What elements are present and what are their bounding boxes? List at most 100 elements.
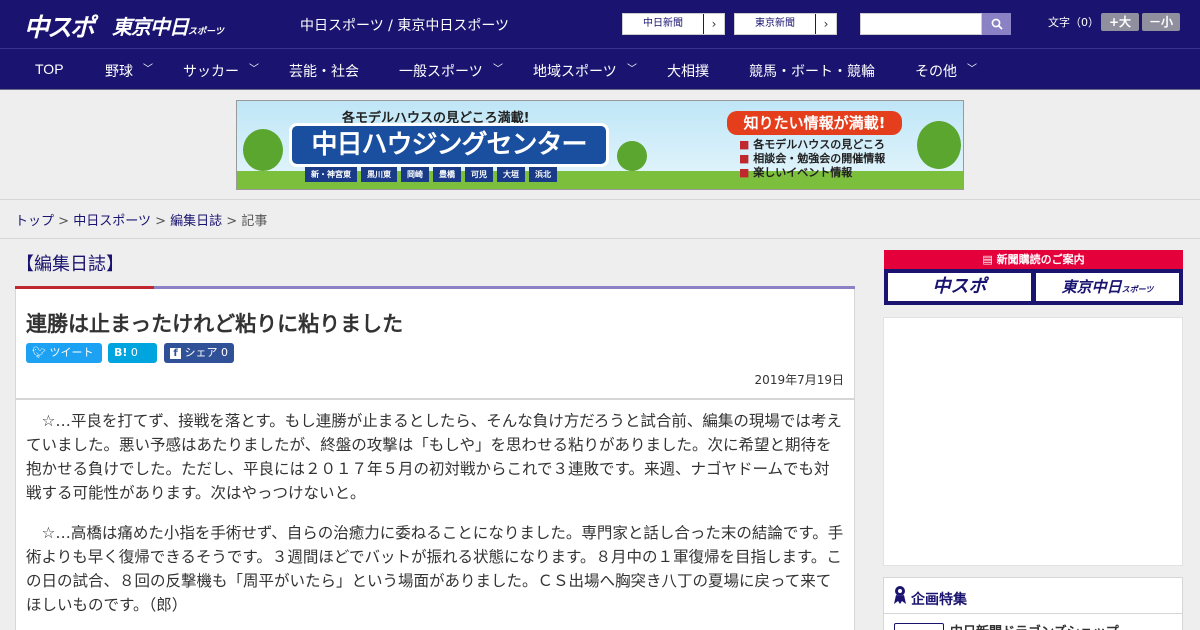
nav-local-sports[interactable]: 地域スポーツ ﹀ [533,61,637,81]
chevron-right-icon: › [711,17,717,31]
banner-right-title: 知りたい情報が満載! [727,111,902,135]
divider [0,238,1200,239]
nav-top[interactable]: TOP [35,61,64,77]
nav-local-sports-label: 地域スポーツ [533,63,617,79]
breadcrumb-sep: > [155,214,166,229]
chevron-down-icon: ﹀ [143,64,153,75]
tokyo-shimbun-label: 東京新聞 [735,14,816,34]
newspaper-icon: ▤ [982,253,997,266]
breadcrumb-sep: > [58,214,70,229]
chunichi-shimbun-link[interactable]: 中日新聞 › [622,13,725,35]
tokyo-logo-text: 東京中日 [112,15,189,39]
breadcrumb-category[interactable]: 編集日誌 [170,214,222,229]
article-paragraph: ☆…高橋は痛めた小指を手術せず、自らの治癒力に委ねることになりました。専門家と話… [26,524,844,614]
article-body: ☆…平良を打てず、接戦を落とす。もし連勝が止まるとしたら、そんな負け方だろうと試… [15,399,855,630]
housing-center-ad-banner[interactable]: 各モデルハウスの見どころ満載! 中日ハウジングセンター 新・神宮東 黒川東 岡崎… [236,100,964,190]
font-smaller-button[interactable]: －小 [1142,13,1180,31]
banner-city: 大垣 [497,167,525,182]
article-headline: 連勝は止まったけれど粘りに粘りました [26,312,404,336]
nav-baseball-label: 野球 [105,63,133,79]
tokyo-chunichi-logo[interactable]: 東京中日スポーツ [112,11,224,40]
subscribe-tokyo-text: 東京中日 [1061,278,1122,296]
ad-banner-area: 各モデルハウスの見どころ満載! 中日ハウジングセンター 新・神宮東 黒川東 岡崎… [0,90,1200,200]
ribbon-icon [894,586,906,604]
tokyo-shimbun-link[interactable]: 東京新聞 › [734,13,837,35]
facebook-icon: f [170,348,181,359]
facebook-share-count: 0 [221,346,228,359]
nav-soccer-label: サッカー [183,63,239,79]
tokyo-logo-sub: スポーツ [188,27,224,37]
nav-others-label: その他 [915,63,957,79]
subscription-box: ▤ 新聞購読のご案内 中スポ 東京中日スポーツ [884,250,1183,305]
banner-city: 新・神宮東 [305,167,357,182]
subscription-heading: ▤ 新聞購読のご案内 [884,250,1183,269]
nav-general-sports[interactable]: 一般スポーツ ﹀ [399,61,503,81]
chevron-down-icon: ﹀ [627,64,637,75]
nav-entertainment-label: 芸能・社会 [289,63,359,79]
breadcrumb-current: 記事 [241,214,268,229]
subscribe-tokyo-sub: スポーツ [1121,285,1154,294]
chevron-down-icon: ﹀ [249,64,259,75]
tweet-label: ツイート [49,346,94,359]
hatena-count: 0 [130,346,138,359]
tweet-button[interactable]: 🐦︎ ツイート [26,343,102,363]
nav-baseball[interactable]: 野球 ﹀ [105,61,153,81]
nav-racing[interactable]: 競馬・ボート・競輪 [749,61,875,81]
nav-sumo[interactable]: 大相撲 [667,61,709,81]
site-header: 中スポ 東京中日スポーツ 中日スポーツ / 東京中日スポーツ 中日新聞 › 東京… [0,0,1200,48]
banner-city: 豊橋 [433,167,461,182]
hatena-icon: B! [114,346,128,359]
article-header-card: 連勝は止まったけれど粘りに粘りました 🐦︎ ツイート B! 0 f シェア 0 … [15,289,855,399]
banner-main-text: 中日ハウジングセンター [289,123,609,167]
banner-city-list: 新・神宮東 黒川東 岡崎 豊橋 可児 大垣 浜北 [305,167,557,182]
tree-illustration [617,141,647,171]
banner-city: 岡崎 [401,167,429,182]
hatena-bookmark-button[interactable]: B! 0 [108,343,157,363]
feature-box: 企画特集 中日新聞ドラゴンズショップ [883,577,1183,630]
site-names: 中日スポーツ / 東京中日スポーツ [300,18,510,34]
font-larger-button[interactable]: +大 [1101,13,1139,31]
divider [884,613,1182,614]
feature-thumbnail[interactable] [894,623,944,630]
nav-entertainment[interactable]: 芸能・社会 [289,61,359,81]
feature-item-link[interactable]: 中日新聞ドラゴンズショップ [950,621,1119,630]
breadcrumb-section[interactable]: 中日スポーツ [73,214,151,229]
banner-feature-list: 各モデルハウスの見どころ 相談会・勉強会の開催情報 楽しいイベント情報 [739,138,885,180]
facebook-share-label: シェア [184,346,218,359]
chevron-right-icon: › [823,17,829,31]
subscribe-tokyo-chunichi-link[interactable]: 東京中日スポーツ [1036,273,1179,301]
tree-illustration [917,121,961,169]
article-paragraph: ☆…平良を打てず、接戦を落とす。もし連勝が止まるとしたら、そんな負け方だろうと試… [26,412,842,502]
breadcrumb-home[interactable]: トップ [15,214,54,229]
nav-general-sports-label: 一般スポーツ [399,63,483,79]
nav-sumo-label: 大相撲 [667,63,709,79]
tree-illustration [243,129,283,171]
main-nav: TOP 野球 ﹀ サッカー ﹀ 芸能・社会 一般スポーツ ﹀ 地域スポーツ ﹀ 大相撲 … [0,48,1200,90]
banner-feature-item: 各モデルハウスの見どころ [739,138,885,152]
nav-soccer[interactable]: サッカー ﹀ [183,61,259,81]
twitter-icon: 🐦︎ [32,346,46,359]
banner-city: 浜北 [529,167,557,182]
search-button[interactable] [982,13,1011,35]
search-icon [991,18,1003,30]
chevron-down-icon: ﹀ [967,64,977,75]
breadcrumb-sep: > [226,214,238,229]
nav-others[interactable]: その他 ﹀ [915,61,977,81]
sidebar-ad-slot[interactable] [883,317,1183,566]
chevron-down-icon: ﹀ [493,64,503,75]
article-date: 2019年7月19日 [754,373,844,387]
chunichi-shimbun-label: 中日新聞 [623,14,704,34]
banner-feature-item: 相談会・勉強会の開催情報 [739,152,885,166]
search-input[interactable] [860,13,982,35]
subscription-heading-text: 新聞購読のご案内 [996,253,1085,266]
banner-city: 黒川東 [361,167,397,182]
section-title: 【編集日誌】 [16,254,124,275]
nav-racing-label: 競馬・ボート・競輪 [749,63,875,79]
banner-feature-item: 楽しいイベント情報 [739,166,885,180]
feature-title: 企画特集 [911,592,967,608]
chuspo-logo[interactable]: 中スポ [24,8,95,44]
subscribe-chuspo-link[interactable]: 中スポ [888,273,1031,301]
font-size-label: 文字（0） [1048,16,1099,29]
nav-top-label: TOP [35,61,64,77]
facebook-share-button[interactable]: f シェア 0 [164,343,234,363]
